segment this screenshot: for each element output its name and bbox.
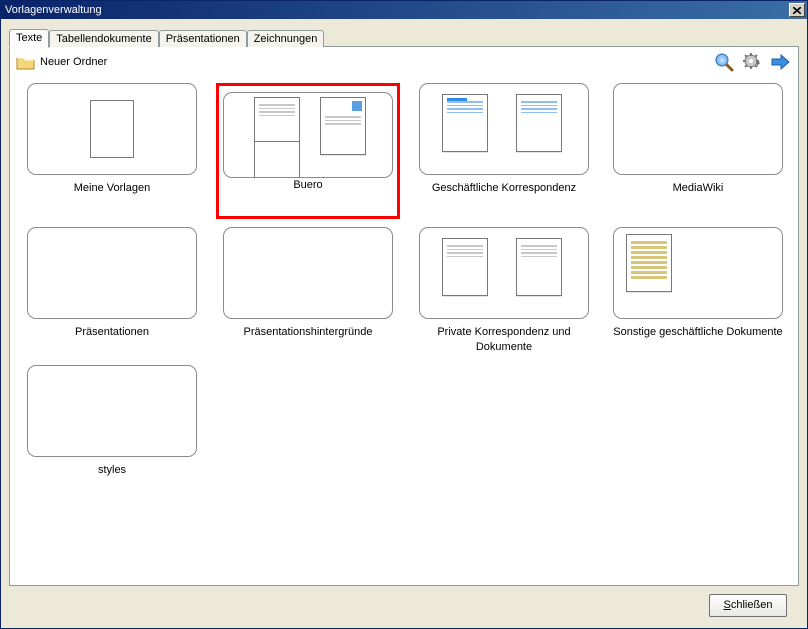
settings-button[interactable] [740, 50, 764, 74]
close-button[interactable]: Schließen [709, 594, 787, 617]
search-icon [714, 52, 734, 72]
folder-thumbnail [27, 83, 197, 175]
close-accel: S [724, 599, 731, 611]
tab-panel: Neuer Ordner Meine Vorlagen Buero Geschäft… [9, 46, 799, 586]
close-icon [793, 7, 801, 14]
folder-item[interactable]: styles [22, 365, 202, 495]
folder-label: MediaWiki [613, 181, 783, 213]
gear-icon [743, 53, 761, 71]
titlebar: Vorlagenverwaltung [1, 1, 807, 19]
folder-item[interactable]: Geschäftliche Korrespondenz [414, 83, 594, 219]
tab-strip: Texte Tabellendokumente Präsentationen Z… [9, 27, 799, 47]
folder-label: Präsentationen [27, 325, 197, 357]
folder-item[interactable]: Buero [216, 83, 400, 219]
folder-thumbnail [419, 83, 589, 175]
template-thumbnail [442, 238, 488, 296]
close-rest: chließen [731, 599, 773, 611]
template-thumbnail [320, 97, 366, 155]
new-folder-button[interactable]: Neuer Ordner [40, 56, 107, 68]
folder-thumbnail [613, 83, 783, 175]
tab-label: Tabellendokumente [56, 33, 151, 45]
folder-label: Meine Vorlagen [27, 181, 197, 213]
dialog-content: Texte Tabellendokumente Präsentationen Z… [1, 19, 807, 628]
toolbar: Neuer Ordner [10, 47, 798, 77]
folder-label: styles [27, 463, 197, 495]
folder-item[interactable]: Private Korrespondenz und Dokumente [414, 227, 594, 357]
folder-item[interactable]: MediaWiki [608, 83, 788, 219]
folder-thumbnail [27, 365, 197, 457]
tab-label: Texte [16, 32, 42, 44]
search-button[interactable] [712, 50, 736, 74]
folder-label: Präsentationshintergründe [223, 325, 393, 357]
folder-item[interactable]: Meine Vorlagen [22, 83, 202, 219]
folder-thumbnail [27, 227, 197, 319]
dialog-footer: Schließen [9, 586, 799, 624]
folder-item[interactable]: Präsentationen [22, 227, 202, 357]
folder-thumbnail [613, 227, 783, 319]
folder-item[interactable]: Präsentationshintergründe [216, 227, 400, 357]
window-close-button[interactable] [789, 3, 805, 17]
folder-label: Buero [223, 178, 393, 210]
tab-zeichnungen[interactable]: Zeichnungen [247, 30, 325, 47]
folder-label: Sonstige geschäftliche Dokumente [613, 325, 783, 357]
window-title: Vorlagenverwaltung [5, 4, 789, 16]
folder-label: Geschäftliche Korrespondenz [419, 181, 589, 213]
folder-thumbnail [223, 227, 393, 319]
folder-item[interactable]: Sonstige geschäftliche Dokumente [608, 227, 788, 357]
template-thumbnail [626, 234, 672, 292]
tab-label: Zeichnungen [254, 33, 318, 45]
tab-praesentationen[interactable]: Präsentationen [159, 30, 247, 47]
tab-label: Präsentationen [166, 33, 240, 45]
template-thumbnail [442, 94, 488, 152]
folder-thumbnail: Buero [216, 83, 400, 219]
template-thumbnail [516, 238, 562, 296]
template-thumbnail [254, 141, 300, 178]
export-arrow-icon [770, 53, 790, 71]
folder-thumbnail [419, 227, 589, 319]
folder-icon [16, 54, 36, 70]
folder-grid: Meine Vorlagen Buero Geschäftliche Korresp… [22, 83, 788, 495]
template-thumbnail [90, 100, 134, 158]
folder-grid-area: Meine Vorlagen Buero Geschäftliche Korresp… [10, 77, 798, 585]
export-button[interactable] [768, 50, 792, 74]
template-manager-window: Vorlagenverwaltung Texte Tabellendokumen… [0, 0, 808, 629]
tab-texte[interactable]: Texte [9, 29, 49, 48]
folder-label: Private Korrespondenz und Dokumente [419, 325, 589, 357]
tab-tabellen[interactable]: Tabellendokumente [49, 30, 158, 47]
template-thumbnail [516, 94, 562, 152]
